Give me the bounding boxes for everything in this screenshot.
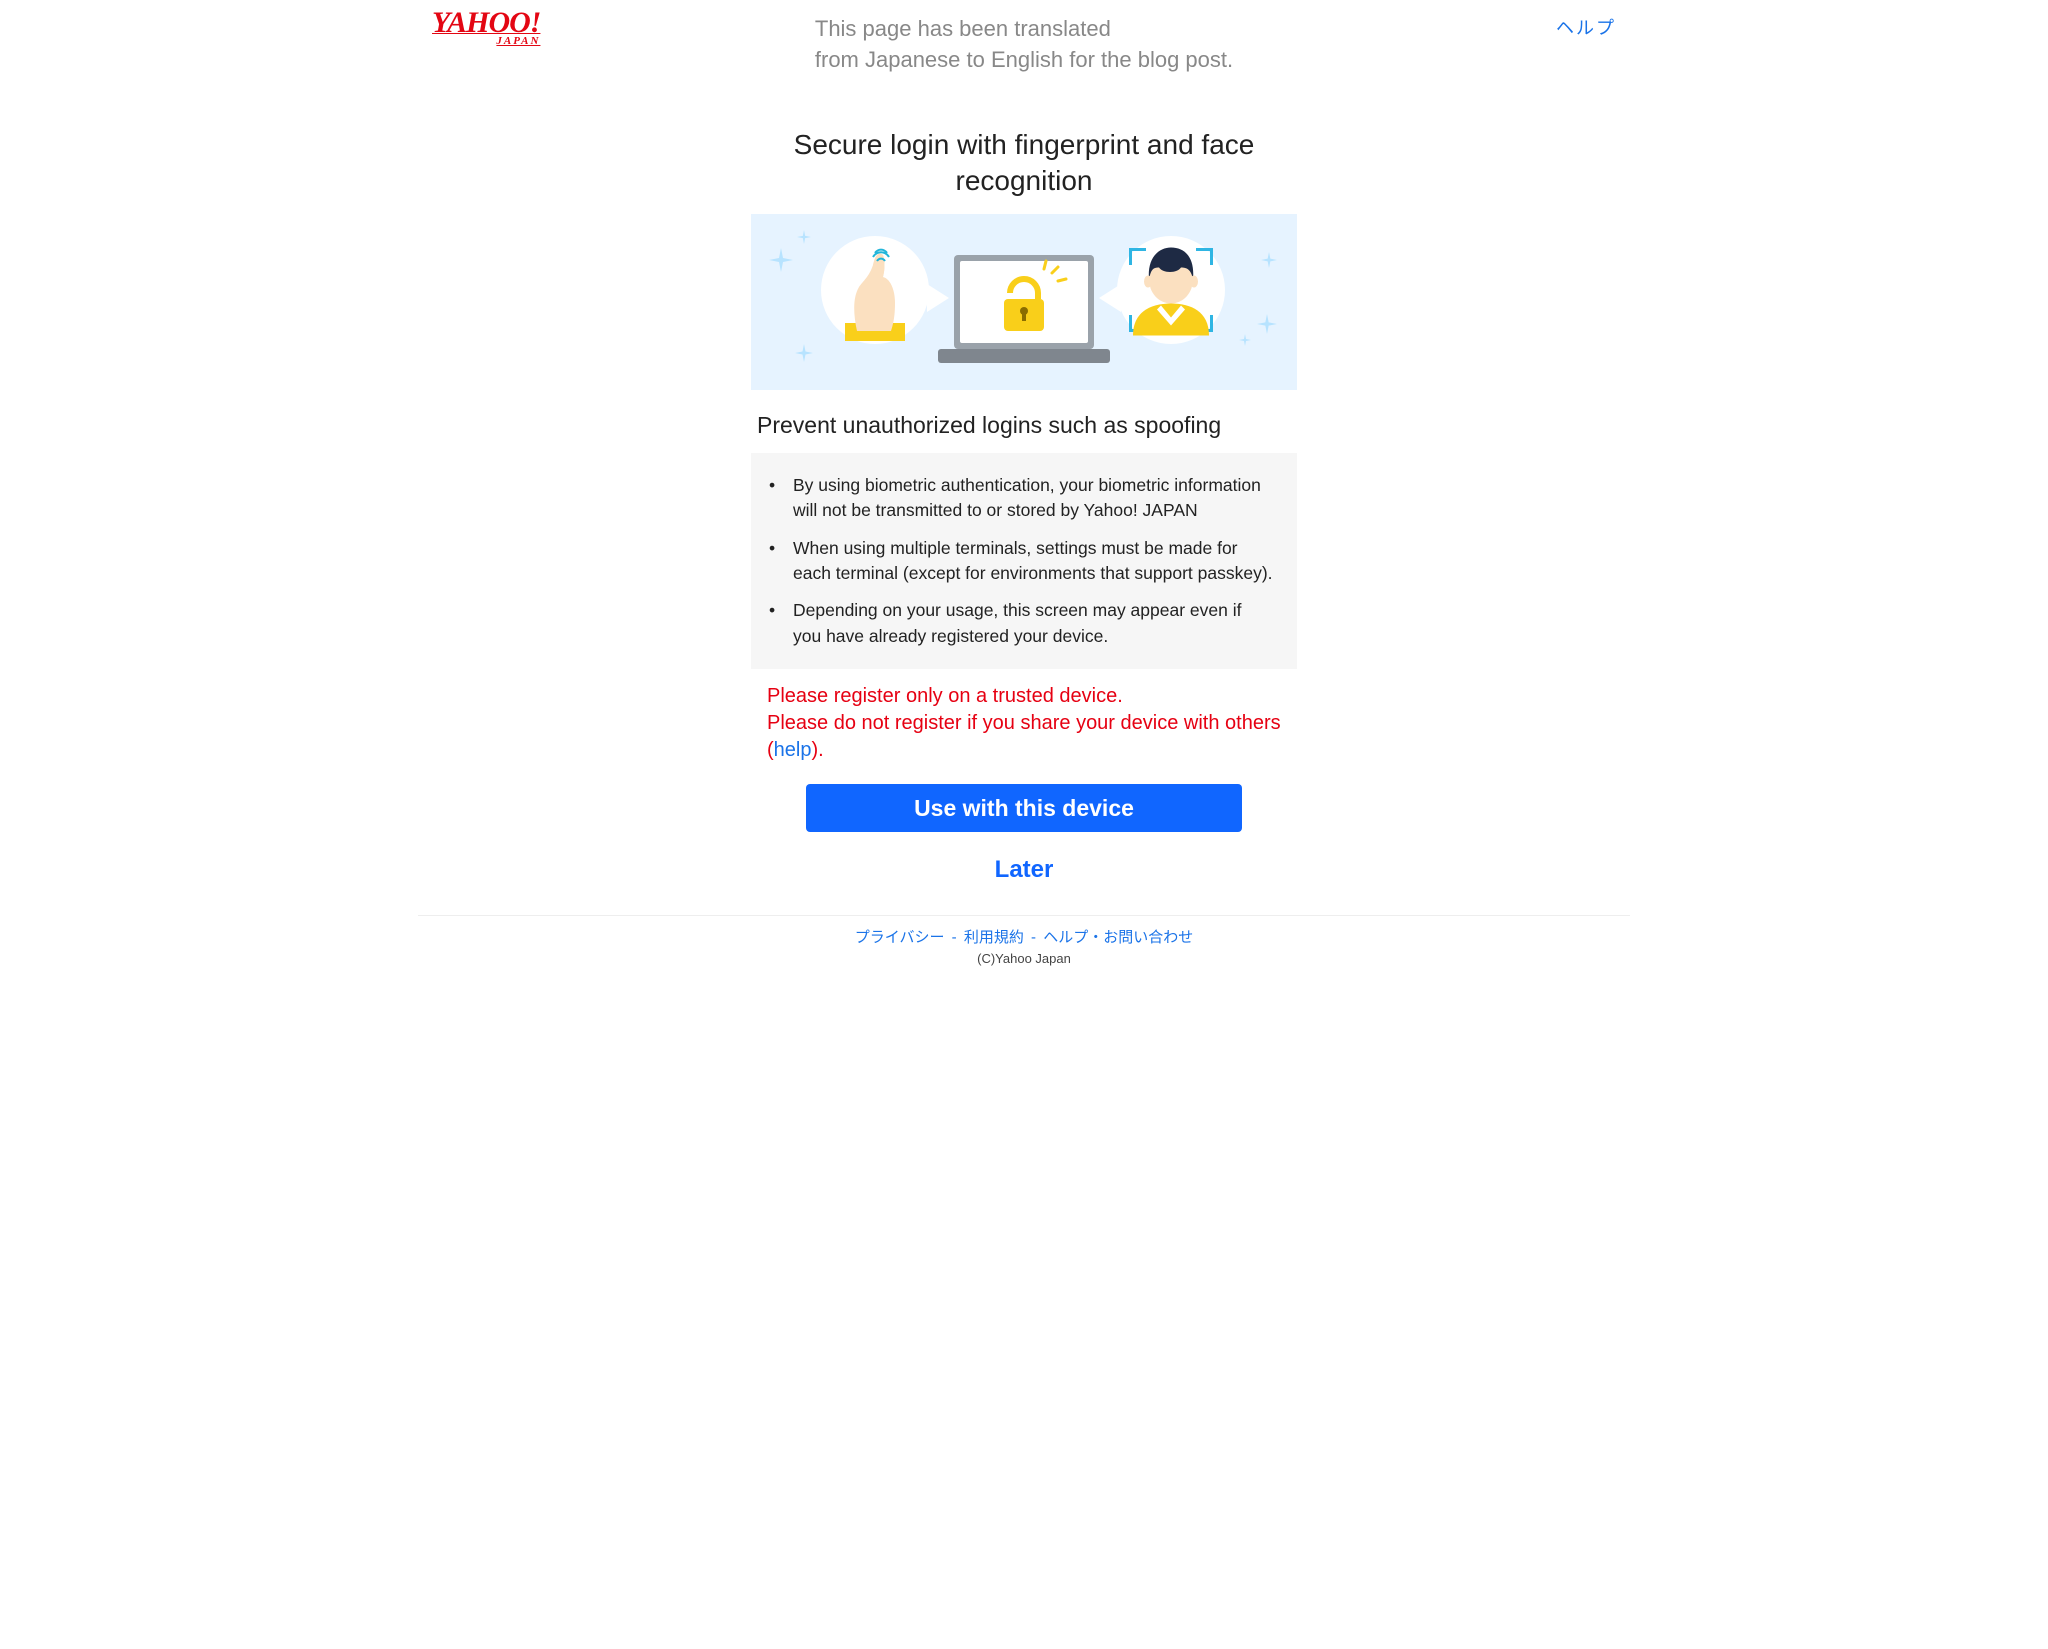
sparkle-icon bbox=[769, 248, 793, 272]
fingerprint-illustration bbox=[821, 236, 929, 344]
separator: - bbox=[952, 929, 957, 946]
hero-illustration bbox=[751, 214, 1297, 390]
bullet-item: By using biometric authentication, your … bbox=[755, 467, 1293, 530]
sparkle-icon bbox=[1261, 252, 1277, 268]
warning-text: Please register only on a trusted device… bbox=[751, 683, 1297, 764]
sparkle-icon bbox=[1257, 314, 1277, 334]
face-icon bbox=[1127, 239, 1215, 340]
footer-privacy-link[interactable]: プライバシー bbox=[855, 929, 945, 946]
translation-note: This page has been translated from Japan… bbox=[815, 14, 1233, 76]
copyright-text: (C)Yahoo Japan bbox=[418, 951, 1630, 966]
help-link[interactable]: ヘルプ bbox=[1556, 8, 1616, 40]
sparkle-icon bbox=[1239, 334, 1251, 346]
hand-fingerprint-icon bbox=[839, 241, 911, 346]
warning-line-1: Please register only on a trusted device… bbox=[767, 685, 1123, 707]
footer-terms-link[interactable]: 利用規約 bbox=[964, 929, 1024, 946]
later-link[interactable]: Later bbox=[995, 856, 1054, 884]
laptop-lock-icon bbox=[934, 247, 1114, 372]
footer: プライバシー - 利用規約 - ヘルプ・お問い合わせ (C)Yahoo Japa… bbox=[418, 915, 1630, 976]
footer-help-link[interactable]: ヘルプ・お問い合わせ bbox=[1043, 929, 1193, 946]
bullet-item: Depending on your usage, this screen may… bbox=[755, 592, 1293, 655]
separator: - bbox=[1031, 929, 1036, 946]
top-bar: YAHOO! JAPAN This page has been translat… bbox=[418, 0, 1630, 47]
yahoo-japan-logo[interactable]: YAHOO! JAPAN bbox=[432, 8, 540, 47]
warning-line-2-post: ). bbox=[811, 739, 823, 761]
warning-line-2-pre: Please do not register if you share your… bbox=[767, 712, 1281, 761]
sparkle-icon bbox=[797, 230, 811, 244]
page-title: Secure login with fingerprint and face r… bbox=[751, 127, 1297, 200]
warning-help-link[interactable]: help bbox=[774, 739, 812, 761]
info-bullets: By using biometric authentication, your … bbox=[751, 453, 1297, 669]
sub-heading: Prevent unauthorized logins such as spoo… bbox=[757, 412, 1303, 439]
main-content: Secure login with fingerprint and face r… bbox=[751, 127, 1297, 884]
face-illustration bbox=[1117, 236, 1225, 344]
sparkle-icon bbox=[795, 344, 813, 362]
use-with-this-device-button[interactable]: Use with this device bbox=[806, 784, 1242, 832]
bullet-item: When using multiple terminals, settings … bbox=[755, 530, 1293, 593]
